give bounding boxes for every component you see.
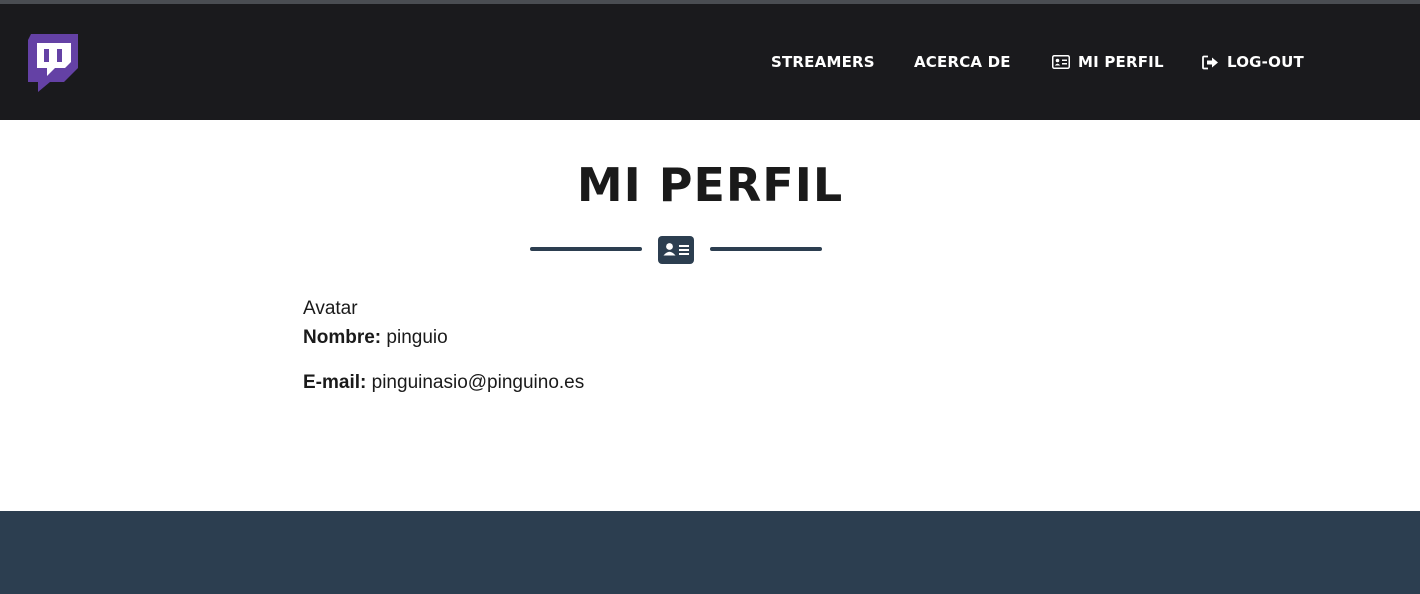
divider-line-left xyxy=(530,247,642,251)
nombre-row: Nombre: pinguio xyxy=(303,327,448,349)
page-title: MI PERFIL xyxy=(576,158,844,212)
email-row: E-mail: pinguinasio@pinguino.es xyxy=(303,372,584,394)
nav-acerca-de[interactable]: ACERCA DE xyxy=(914,4,1011,120)
nav-log-out-label: LOG-OUT xyxy=(1227,53,1304,71)
nav-acerca-de-label[interactable]: ACERCA DE xyxy=(914,53,1011,71)
footer: ´ xyxy=(0,511,1420,594)
email-label: E-mail: xyxy=(303,372,367,393)
nav-mi-perfil[interactable]: MI PERFIL xyxy=(1052,4,1164,120)
nav-log-out[interactable]: LOG-OUT xyxy=(1202,4,1304,120)
avatar: Avatar xyxy=(303,298,358,319)
email-value: pinguinasio@pinguino.es xyxy=(371,372,585,393)
nav-streamers[interactable]: STREAMERS xyxy=(771,4,875,120)
nombre-value: pinguio xyxy=(386,327,448,348)
nav-streamers-label[interactable]: STREAMERS xyxy=(771,53,875,71)
nav-mi-perfil-label: MI PERFIL xyxy=(1078,53,1164,71)
navbar: STREAMERS ACERCA DE MI PERFIL LOG-OUT xyxy=(0,4,1420,120)
twitch-logo-icon[interactable] xyxy=(28,34,78,92)
id-card-icon xyxy=(658,236,694,264)
sign-out-icon xyxy=(1202,55,1218,69)
id-card-icon xyxy=(1052,55,1070,69)
nombre-label: Nombre: xyxy=(303,327,382,348)
divider-line-right xyxy=(710,247,822,251)
footer-accent-mark: ´ xyxy=(276,589,284,594)
